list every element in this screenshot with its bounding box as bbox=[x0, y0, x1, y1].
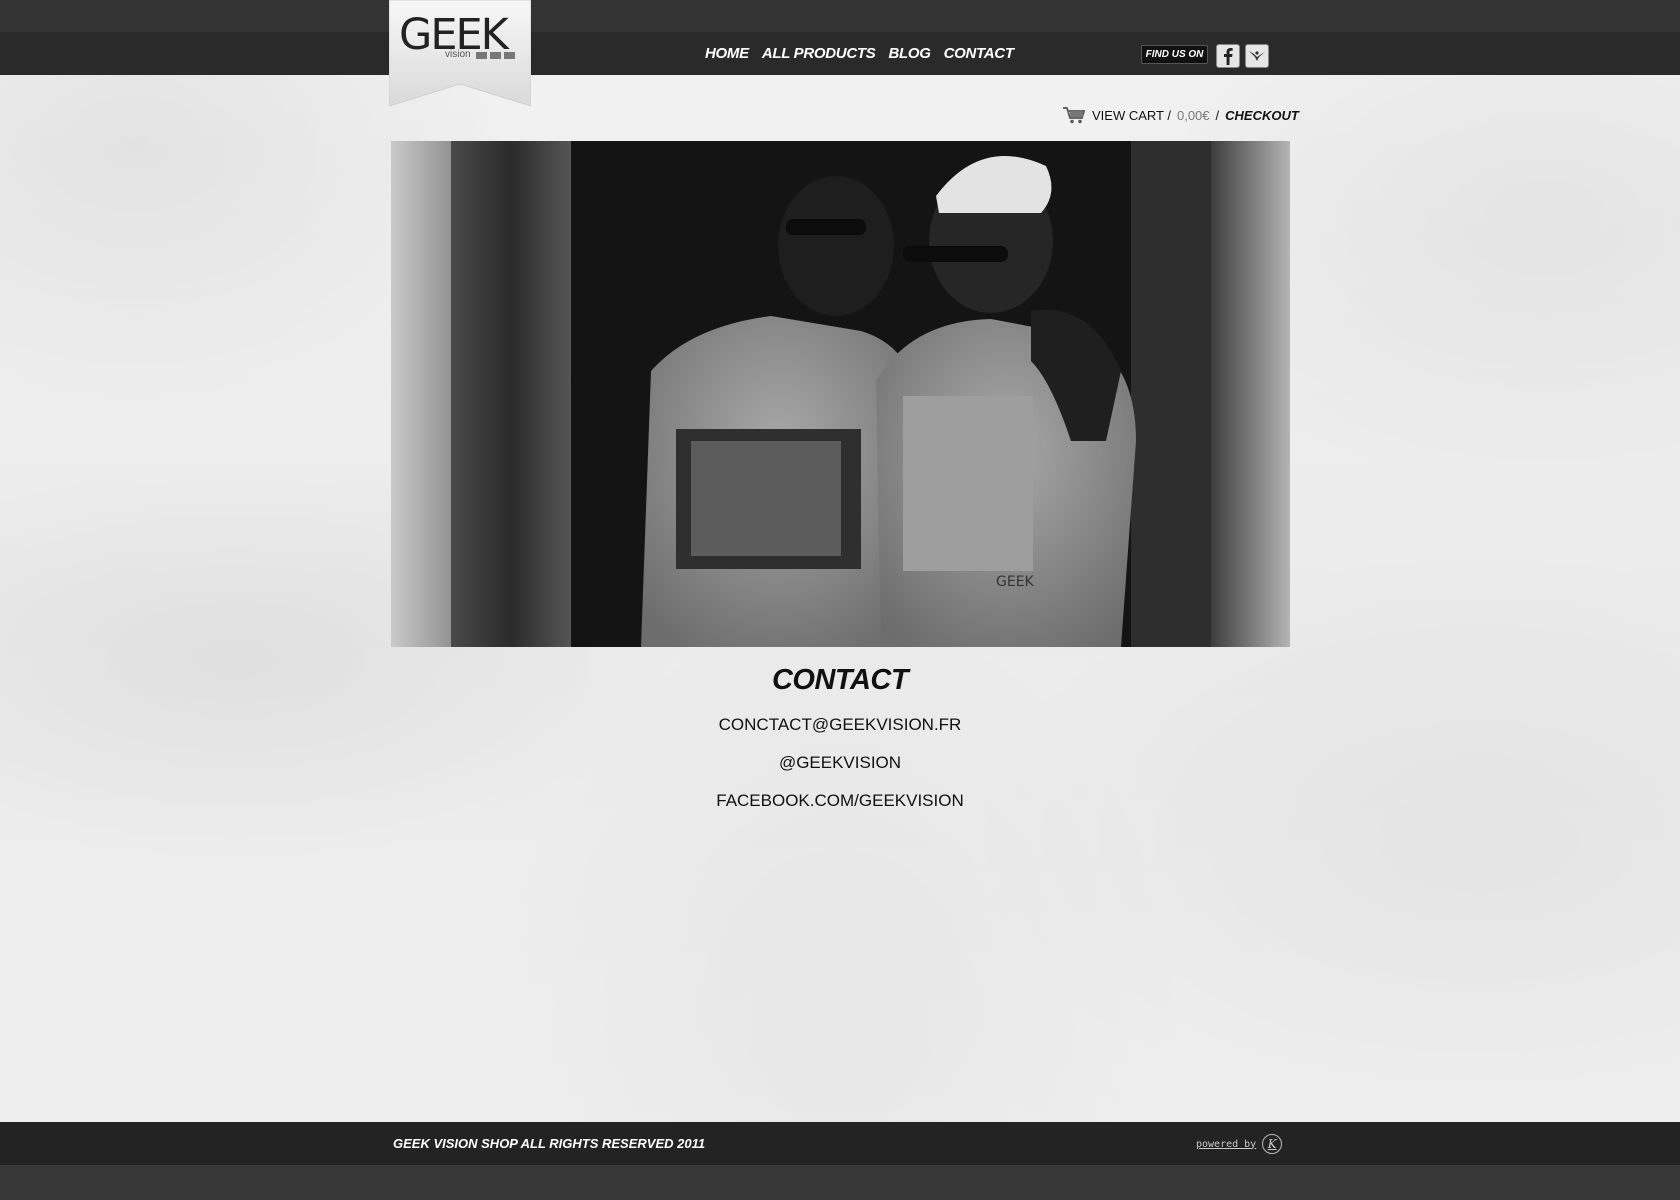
nav-home[interactable]: HOME bbox=[705, 45, 749, 62]
cart-total: 0,00€ bbox=[1176, 107, 1210, 123]
powered-by-logo-icon: K bbox=[1262, 1134, 1283, 1154]
powered-by-link[interactable]: powered by K bbox=[1196, 1133, 1283, 1155]
main-nav: HOME ALL PRODUCTS BLOG CONTACT bbox=[705, 32, 1014, 75]
cart-separator: / bbox=[1215, 107, 1220, 123]
contact-email-link[interactable]: CONCTACT@GEEKVISION.FR bbox=[0, 715, 1680, 735]
site-logo[interactable]: GEEK vision bbox=[389, 0, 531, 112]
footer-bottom-strip bbox=[0, 1165, 1680, 1200]
logo-subtext: vision bbox=[445, 49, 471, 60]
footer-copyright: GEEK VISION SHOP ALL RIGHTS RESERVED 201… bbox=[393, 1136, 706, 1151]
find-us-badge: FIND US ON bbox=[1141, 45, 1208, 64]
twitter-icon bbox=[1249, 51, 1265, 61]
contact-twitter-link[interactable]: @GEEKVISION bbox=[0, 753, 1680, 773]
hero-photo: GEEK bbox=[391, 141, 1290, 647]
nav-contact[interactable]: CONTACT bbox=[944, 45, 1014, 62]
shirt-print-text: GEEK bbox=[996, 574, 1035, 590]
nav-all-products[interactable]: ALL PRODUCTS bbox=[762, 45, 876, 62]
page-title: CONTACT bbox=[771, 664, 909, 696]
twitter-link[interactable] bbox=[1245, 44, 1269, 68]
cart-icon bbox=[1063, 107, 1086, 124]
powered-by-label: powered by bbox=[1196, 1138, 1257, 1150]
view-cart-link[interactable]: VIEW CART / bbox=[1092, 108, 1171, 123]
facebook-link[interactable] bbox=[1216, 44, 1240, 68]
checkout-link[interactable]: CHECKOUT bbox=[1225, 108, 1299, 123]
cart-summary: VIEW CART / 0,00€ / CHECKOUT bbox=[1062, 104, 1299, 126]
contact-facebook-link[interactable]: FACEBOOK.COM/GEEKVISION bbox=[0, 791, 1680, 811]
logo-bars bbox=[476, 52, 515, 59]
footer-bar bbox=[0, 1122, 1680, 1165]
facebook-icon bbox=[1224, 48, 1233, 65]
hero-image: GEEK bbox=[391, 141, 1290, 647]
nav-blog[interactable]: BLOG bbox=[888, 45, 930, 62]
top-strip bbox=[0, 0, 1680, 32]
